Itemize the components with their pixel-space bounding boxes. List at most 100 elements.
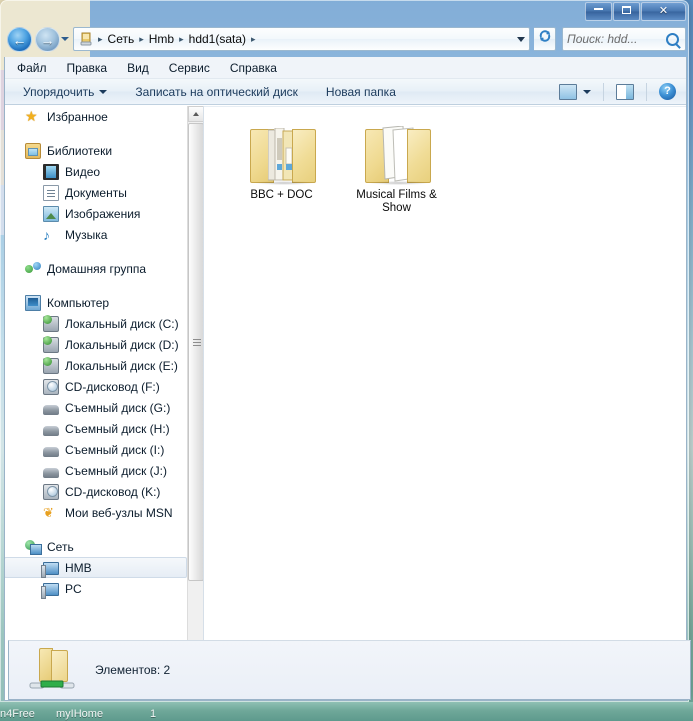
sidebar-item-label: Локальный диск (E:) — [65, 358, 178, 373]
file-item[interactable]: Musical Films & Show — [339, 119, 454, 219]
breadcrumb-hmb[interactable]: Hmb — [146, 32, 177, 46]
sidebar-item-computer-2[interactable]: Локальный диск (D:) — [5, 334, 188, 355]
menu-help[interactable]: Справка — [230, 61, 277, 75]
help-icon[interactable]: ? — [659, 83, 676, 100]
sidebar-item-computer-4[interactable]: CD-дисковод (F:) — [5, 376, 188, 397]
local-disk-icon — [43, 335, 59, 353]
sidebar-item-label: Видео — [65, 164, 101, 179]
organize-label: Упорядочить — [23, 84, 95, 99]
minimize-icon — [594, 8, 603, 10]
breadcrumb-dropdown-icon[interactable] — [517, 36, 525, 42]
network-computer-icon — [41, 562, 59, 578]
sidebar-item-label: Съемный диск (H:) — [65, 421, 170, 436]
removable-disk-icon — [43, 404, 59, 415]
scrollbar-thumb[interactable] — [188, 123, 203, 581]
menu-tools[interactable]: Сервис — [169, 61, 210, 75]
network-cable-icon — [29, 680, 75, 689]
sidebar-item-network-0[interactable]: Сеть — [5, 536, 188, 557]
sidebar-item-computer-0[interactable]: Компьютер — [5, 292, 188, 313]
star-icon: ★ — [25, 107, 38, 124]
file-item-label: BBC + DOC — [250, 189, 313, 201]
breadcrumb-separator: ▸ — [139, 33, 144, 44]
sidebar-item-libraries-1[interactable]: Видео — [5, 161, 188, 182]
organize-button[interactable]: Упорядочить — [23, 84, 108, 99]
recent-locations-dropdown[interactable] — [61, 37, 69, 41]
forward-button[interactable]: → — [35, 27, 60, 52]
status-item-count: Элементов: 2 — [95, 663, 171, 677]
close-button[interactable]: ✕ — [641, 2, 686, 21]
sidebar-item-label: Локальный диск (D:) — [65, 337, 179, 352]
menu-edit[interactable]: Правка — [67, 61, 108, 75]
file-item[interactable]: BBC + DOC — [224, 119, 339, 219]
title-bar: ✕ — [1, 1, 688, 23]
navigation-tree: ★ Избранное Библиотеки Видео Документы Изобра… — [5, 106, 188, 599]
breadcrumb-separator: ▸ — [251, 33, 256, 44]
breadcrumb-hdd1[interactable]: hdd1(sata) — [186, 32, 249, 46]
minimize-button[interactable] — [585, 2, 612, 21]
navigation-scrollbar[interactable] — [187, 106, 203, 700]
video-library-icon — [43, 163, 59, 180]
sidebar-item-computer-7[interactable]: Съемный диск (I:) — [5, 439, 188, 460]
sidebar-item-computer-6[interactable]: Съемный диск (H:) — [5, 418, 188, 439]
sidebar-item-computer-3[interactable]: Локальный диск (E:) — [5, 355, 188, 376]
removable-disk-icon — [43, 446, 59, 457]
sidebar-item-libraries-0[interactable]: Библиотеки — [5, 140, 188, 161]
taskbar-label[interactable]: n4Free — [0, 708, 35, 720]
cd-drive-icon — [43, 378, 59, 395]
network-drive-icon — [78, 31, 94, 47]
explorer-body: ★ Избранное Библиотеки Видео Документы Изобра… — [5, 106, 686, 700]
chevron-down-icon[interactable] — [583, 89, 591, 94]
address-breadcrumb-bar[interactable]: ▸ Сеть ▸ Hmb ▸ hdd1(sata) ▸ — [73, 27, 530, 51]
sidebar-item-label: Сеть — [47, 539, 74, 554]
new-folder-button[interactable]: Новая папка — [326, 85, 396, 99]
sidebar-item-libraries-2[interactable]: Документы — [5, 182, 188, 203]
maximize-button[interactable] — [613, 2, 640, 21]
forward-arrow-icon: → — [40, 31, 55, 48]
back-button[interactable]: ← — [7, 27, 32, 52]
refresh-button[interactable] — [534, 27, 556, 51]
menu-view[interactable]: Вид — [127, 61, 149, 75]
sidebar-item-computer-10[interactable]: ❦ Мои веб-узлы MSN — [5, 502, 188, 523]
sidebar-item-computer-8[interactable]: Съемный диск (J:) — [5, 460, 188, 481]
local-disk-icon — [43, 314, 59, 332]
sidebar-item-network-1[interactable]: HMB — [5, 557, 187, 578]
sidebar-item-computer-5[interactable]: Съемный диск (G:) — [5, 397, 188, 418]
search-box[interactable]: Поиск: hdd... — [562, 27, 686, 51]
nav-group-gap — [5, 245, 188, 258]
file-item-label: Musical Films & Show — [356, 189, 437, 214]
sidebar-item-libraries-3[interactable]: Изображения — [5, 203, 188, 224]
sidebar-item-label: Изображения — [65, 206, 141, 221]
network-computer-icon — [41, 583, 59, 599]
status-bar: Элементов: 2 — [8, 640, 691, 700]
explorer-window: ✕ ← → ▸ Сеть ▸ Hmb ▸ hdd1(sata) ▸ Поиск:… — [0, 0, 691, 702]
burn-to-disc-button[interactable]: Записать на оптический диск — [135, 85, 298, 99]
sidebar-item-computer-1[interactable]: Локальный диск (C:) — [5, 313, 188, 334]
computer-icon — [25, 294, 41, 311]
menu-file[interactable]: Файл — [17, 61, 47, 75]
navigation-pane: ★ Избранное Библиотеки Видео Документы Изобра… — [5, 106, 204, 700]
sidebar-item-label: Музыка — [65, 227, 108, 242]
sidebar-item-label: Съемный диск (G:) — [65, 400, 171, 415]
scroll-up-button[interactable] — [188, 106, 203, 122]
maximize-icon — [622, 6, 631, 14]
breadcrumb-network[interactable]: Сеть — [105, 32, 138, 46]
change-view-icon[interactable] — [559, 83, 577, 100]
sidebar-item-homegroup-0[interactable]: Домашняя группа — [5, 258, 188, 279]
sidebar-item-label: Документы — [65, 185, 127, 200]
sidebar-item-favorites-0[interactable]: ★ Избранное — [5, 106, 188, 127]
nav-group-gap — [5, 523, 188, 536]
sidebar-item-libraries-4[interactable]: ♪ Музыка — [5, 224, 188, 245]
toolbar-right-group: ? — [559, 82, 686, 101]
nav-group-gap — [5, 127, 188, 140]
file-list-pane[interactable]: BBC + DOC Musical Films & Show — [204, 106, 686, 700]
sidebar-item-network-2[interactable]: PC — [5, 578, 188, 599]
sidebar-item-label: Библиотеки — [47, 143, 113, 158]
nav-group-gap — [5, 279, 188, 292]
taskbar-label[interactable]: myIHome — [56, 708, 103, 720]
search-input[interactable]: Поиск: hdd... — [567, 32, 666, 46]
taskbar-label[interactable]: 1 — [150, 708, 156, 720]
sidebar-item-label: Мои веб-узлы MSN — [65, 505, 173, 520]
sidebar-item-computer-9[interactable]: CD-дисковод (K:) — [5, 481, 188, 502]
preview-pane-icon[interactable] — [616, 83, 634, 100]
scrollbar-grip — [193, 339, 201, 346]
